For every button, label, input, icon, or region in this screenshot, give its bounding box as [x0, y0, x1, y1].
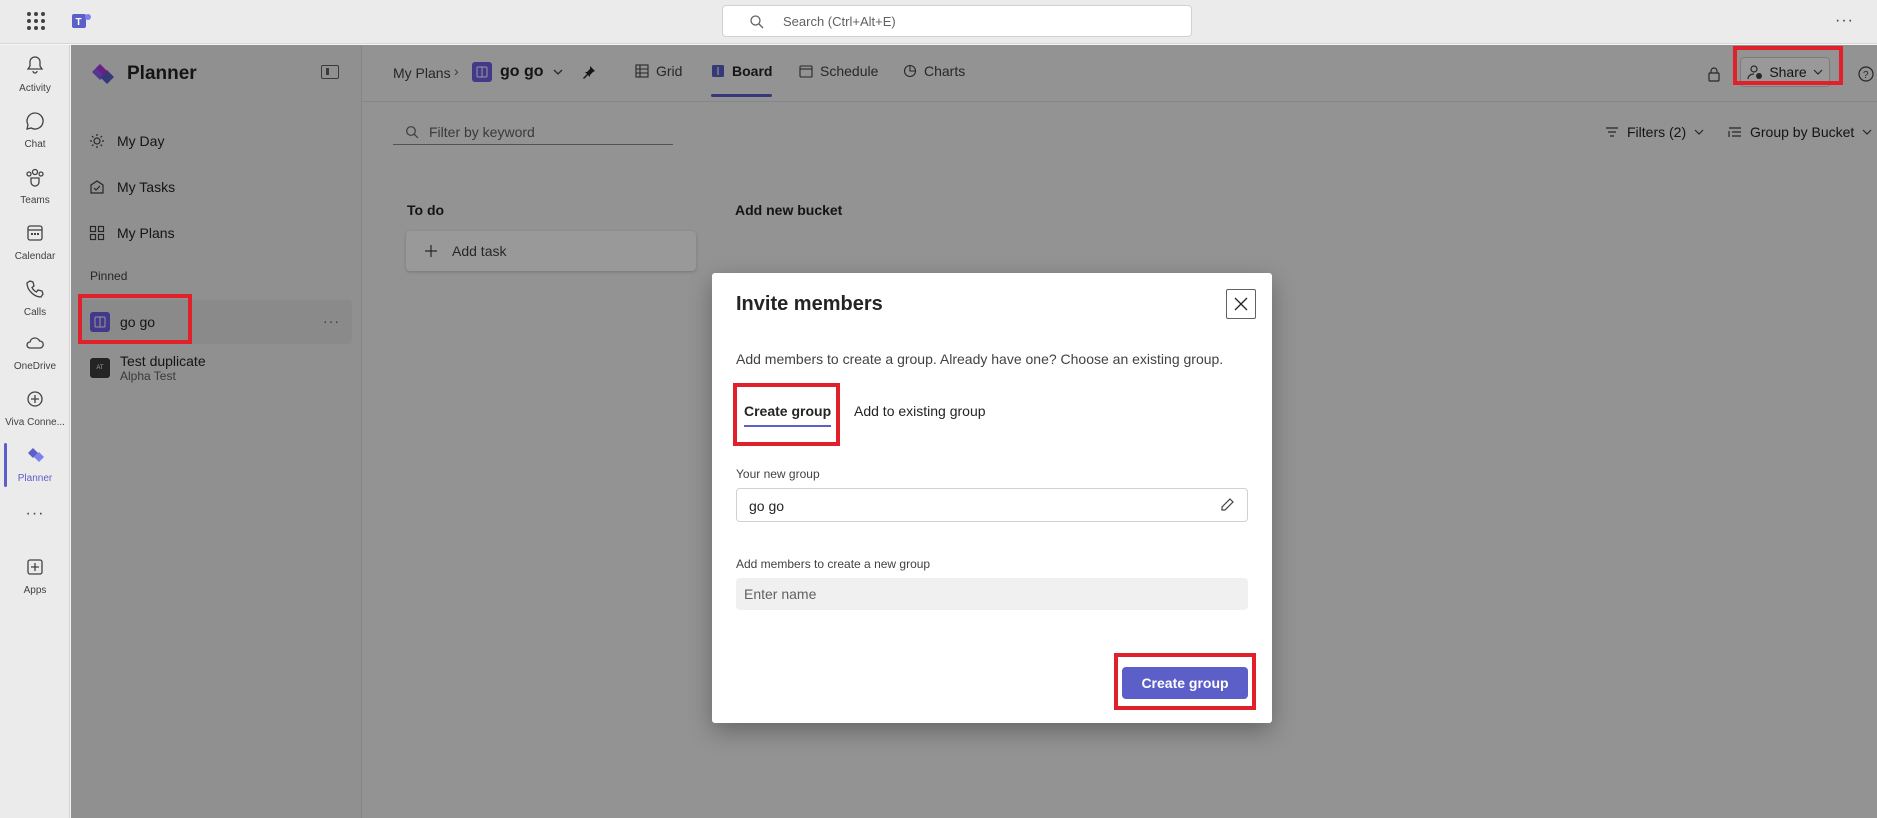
search-box[interactable]: Search (Ctrl+Alt+E)	[722, 5, 1192, 37]
apps-icon	[27, 559, 43, 575]
group-name-field[interactable]: go go	[736, 488, 1248, 522]
rail-calendar[interactable]: Calendar	[0, 217, 70, 269]
app-rail: Activity Chat Teams Calendar Calls OneDr…	[0, 45, 70, 818]
dialog-description: Add members to create a group. Already h…	[736, 351, 1224, 367]
close-button[interactable]	[1226, 289, 1256, 319]
dialog-title: Invite members	[736, 293, 883, 315]
svg-text:T: T	[76, 17, 82, 28]
close-icon	[1234, 297, 1248, 311]
calendar-icon	[27, 225, 43, 241]
teams-logo-icon: T	[72, 14, 91, 28]
more-icon: ···	[25, 505, 45, 522]
invite-members-dialog: Invite members Add members to create a g…	[712, 273, 1272, 723]
edit-icon[interactable]	[1219, 497, 1235, 513]
search-icon	[750, 15, 764, 29]
viva-icon	[27, 391, 43, 407]
rail-viva[interactable]: Viva Conne...	[0, 383, 70, 435]
bell-icon	[26, 56, 44, 74]
rail-planner[interactable]: Planner	[0, 439, 70, 491]
phone-icon	[26, 280, 44, 298]
rail-apps[interactable]: Apps	[0, 551, 70, 603]
title-bar: T Search (Ctrl+Alt+E) ···	[0, 0, 1877, 44]
members-input[interactable]	[736, 578, 1248, 610]
rail-calls[interactable]: Calls	[0, 273, 70, 325]
teams-icon	[26, 168, 44, 187]
rail-chat[interactable]: Chat	[0, 105, 70, 157]
tab-create-group[interactable]: Create group	[744, 403, 832, 427]
tab-add-to-existing-group[interactable]: Add to existing group	[854, 403, 986, 419]
app-launcher-icon[interactable]	[27, 12, 45, 30]
rail-activity[interactable]: Activity	[0, 49, 70, 101]
planner-icon	[28, 448, 44, 462]
more-options-icon[interactable]: ···	[1835, 12, 1854, 30]
cloud-icon	[26, 337, 44, 349]
chat-icon	[26, 112, 44, 130]
rail-more[interactable]: ···	[0, 505, 70, 531]
rail-onedrive[interactable]: OneDrive	[0, 327, 70, 379]
search-placeholder: Search (Ctrl+Alt+E)	[783, 14, 896, 29]
rail-teams[interactable]: Teams	[0, 161, 70, 213]
create-group-button[interactable]: Create group	[1122, 667, 1248, 699]
group-name-label: Your new group	[736, 467, 820, 481]
members-label: Add members to create a new group	[736, 557, 931, 571]
